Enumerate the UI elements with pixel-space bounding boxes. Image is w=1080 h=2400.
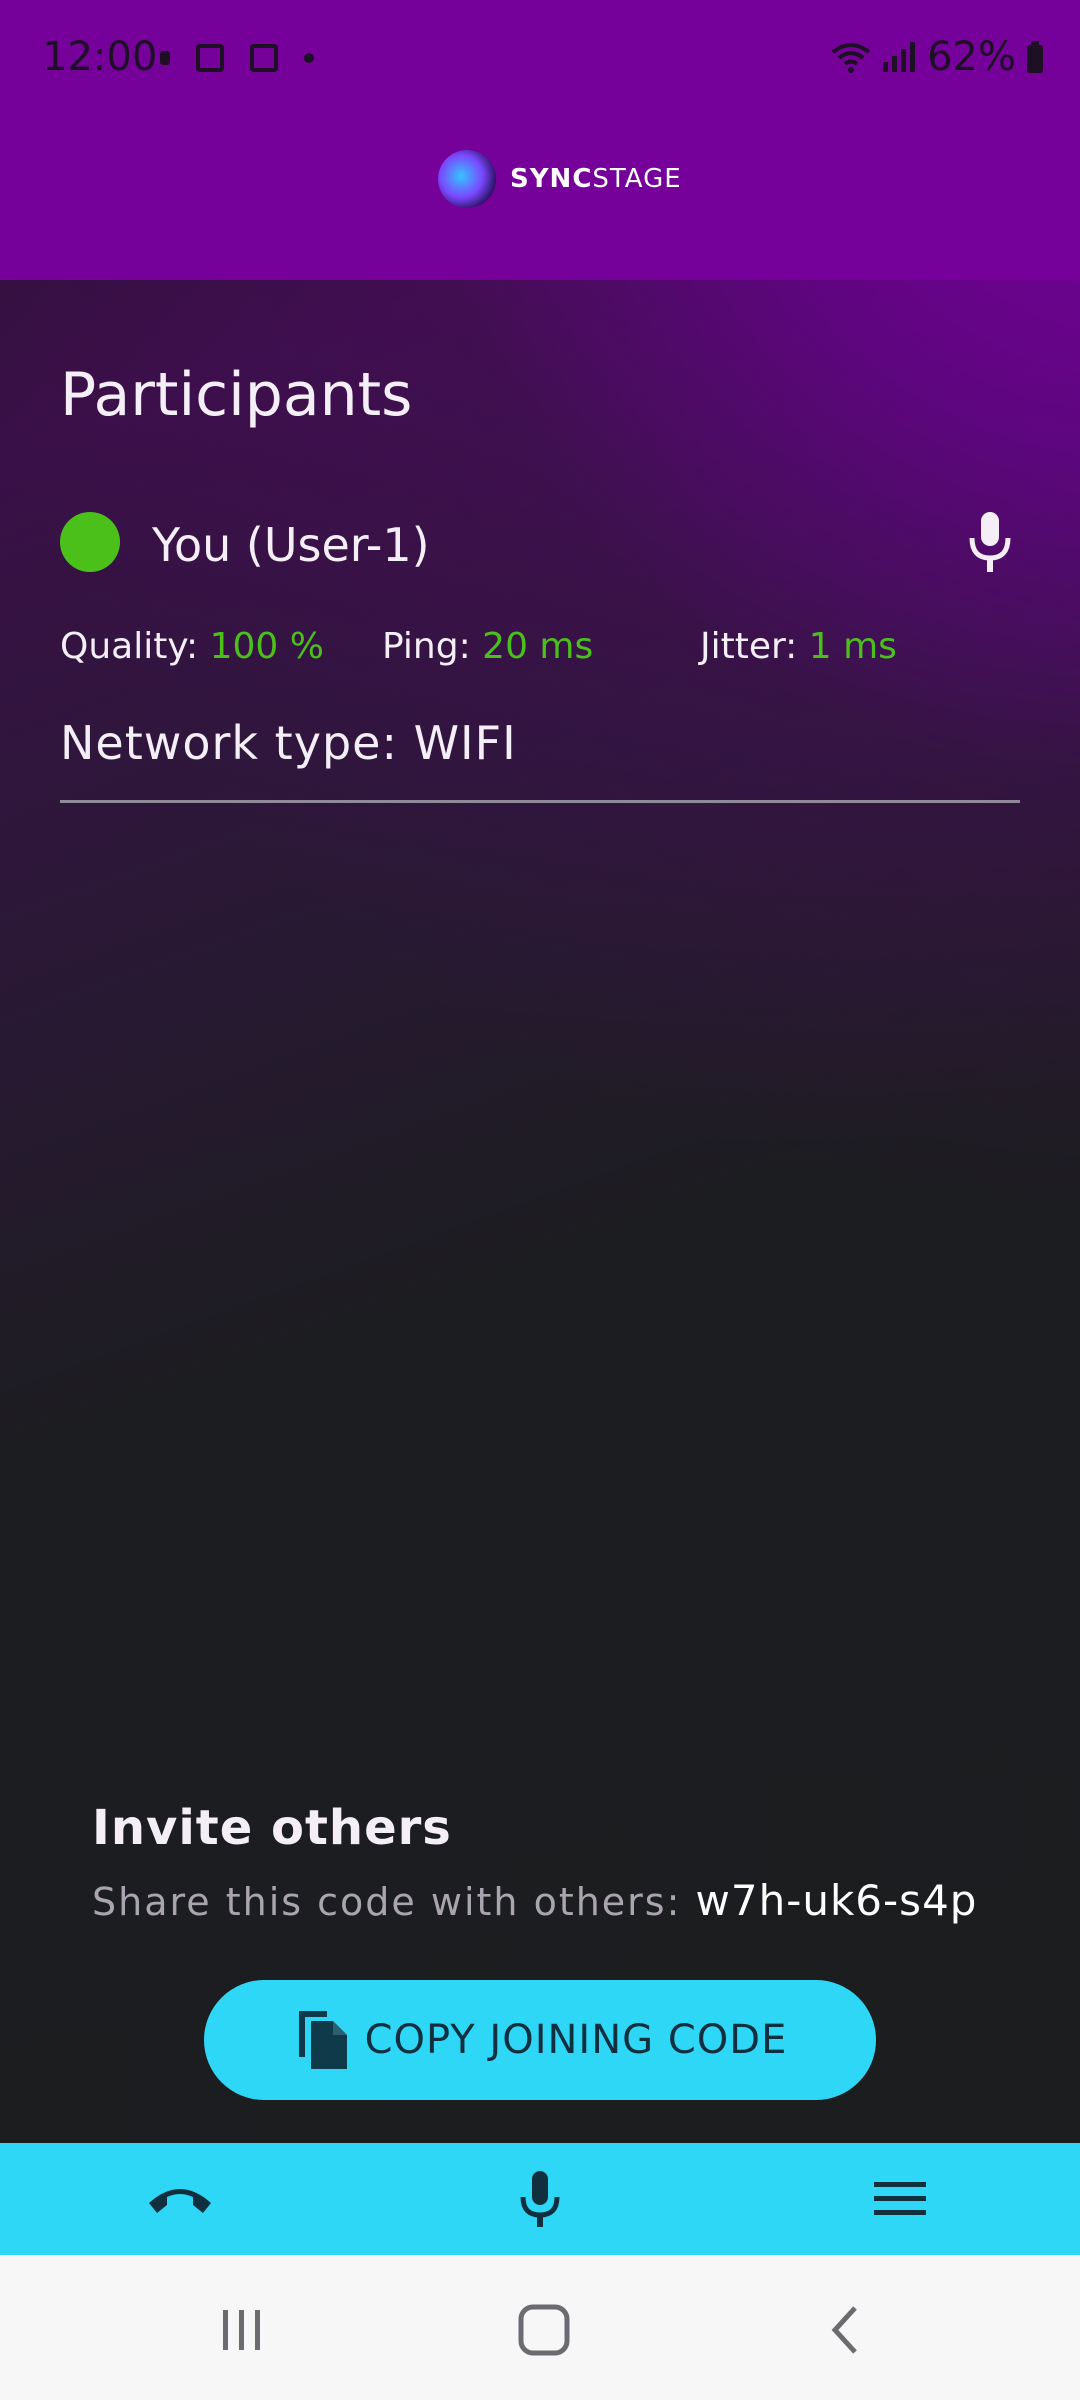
- home-icon: [518, 2304, 570, 2356]
- back-icon: [831, 2306, 857, 2354]
- battery-percent: 62%: [927, 34, 1016, 80]
- home-button[interactable]: [489, 2295, 599, 2365]
- quality-stat: Quality: 100 %: [60, 626, 324, 667]
- hang-up-icon: [149, 2189, 211, 2213]
- status-notification-icons: [160, 44, 314, 72]
- participant-row: You (User-1): [60, 508, 1020, 578]
- logo-mark-icon: [438, 150, 496, 208]
- recent-apps-icon: [223, 2310, 260, 2350]
- jitter-stat: Jitter: 1 ms: [700, 626, 897, 667]
- recent-apps-button[interactable]: [187, 2295, 297, 2365]
- logo-text: SYNCSTAGE: [510, 164, 682, 194]
- app-header: 12:00 62% SYNCSTAGE: [0, 0, 1080, 280]
- network-type: Network type: WIFI: [60, 716, 517, 770]
- square-app-icon: [250, 44, 278, 72]
- battery-icon: [1027, 41, 1043, 73]
- copy-icon: [298, 2011, 347, 2069]
- participant-divider: [60, 800, 1020, 803]
- notification-dot-icon: [160, 51, 170, 65]
- joining-code: w7h-uk6-s4p: [695, 1876, 978, 1925]
- wifi-icon: [831, 43, 871, 73]
- copy-joining-code-button[interactable]: COPY JOINING CODE: [204, 1980, 876, 2100]
- back-button[interactable]: [790, 2295, 900, 2365]
- signal-icon: [883, 42, 916, 72]
- status-bar: 12:00 62%: [0, 0, 1080, 120]
- mute-button[interactable]: [480, 2161, 600, 2237]
- bottom-navigation: [0, 2143, 1080, 2255]
- participant-status-indicator: [60, 512, 120, 572]
- status-right: 62%: [831, 34, 1044, 80]
- ping-stat: Ping: 20 ms: [382, 626, 594, 667]
- microphone-icon: [520, 2171, 560, 2227]
- status-time: 12:00: [42, 34, 158, 80]
- hang-up-button[interactable]: [120, 2161, 240, 2237]
- invite-text: Share this code with others: w7h-uk6-s4p: [92, 1876, 978, 1925]
- copy-button-label: COPY JOINING CODE: [364, 2017, 788, 2063]
- invite-title: Invite others: [92, 1800, 452, 1856]
- system-navigation-bar: [0, 2255, 1080, 2400]
- menu-icon: [874, 2182, 926, 2215]
- dot-icon: [304, 53, 314, 63]
- participant-name: You (User-1): [152, 518, 430, 572]
- menu-button[interactable]: [840, 2161, 960, 2237]
- participants-title: Participants: [60, 360, 413, 430]
- participant-microphone-icon[interactable]: [960, 508, 1020, 578]
- syncstage-logo: SYNCSTAGE: [438, 150, 682, 208]
- image-icon: [196, 44, 224, 72]
